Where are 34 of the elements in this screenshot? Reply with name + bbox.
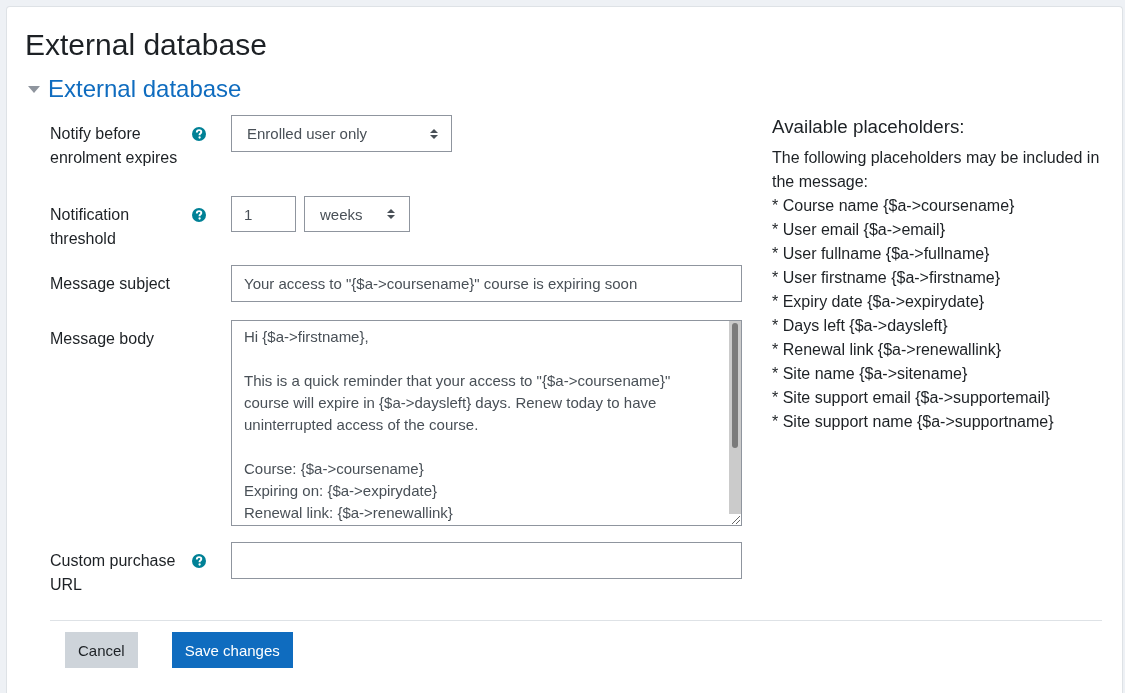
save-button[interactable]: Save changes (171, 632, 293, 668)
help-icon[interactable] (192, 208, 206, 222)
text-input-field[interactable] (231, 542, 742, 579)
up-down-arrows-icon (430, 127, 438, 140)
field-label: Message body (50, 329, 156, 349)
placeholder-list-item: * Renewal link {$a->renewallink} (772, 339, 1003, 360)
section-toggle[interactable]: External database (25, 74, 242, 103)
placeholder-list-item: * Site support name {$a->supportname} (772, 411, 1055, 432)
placeholders-intro-text: The following placeholders may be included in the message: (772, 147, 1101, 192)
field-label: Notify before enrolment expires (50, 124, 179, 168)
unit-select-field[interactable]: weeks (304, 196, 410, 232)
placeholder-list-item: * Site name {$a->sitename} (772, 363, 969, 384)
message-body-field[interactable]: Hi {$a->firstname}, This is a quick reminder that your access to "{$a->coursename}" course will expire in {$a->daysleft} days. Renew today to have uninterrupted access of the course. Course: {$a->coursename} Expiring on: {$a->expirydate} Renewal link: {$a->renewallink} (231, 320, 742, 526)
up-down-arrows-icon (387, 208, 395, 220)
field-label: Message subject (50, 274, 172, 294)
placeholders-heading: Available placeholders: (772, 116, 966, 139)
field-label: Notification threshold (50, 205, 131, 249)
select-field[interactable]: Enrolled user only (231, 115, 452, 152)
placeholder-list-item: * User firstname {$a->firstname} (772, 267, 1002, 288)
scrollbar[interactable] (729, 321, 741, 514)
help-icon[interactable] (192, 554, 206, 568)
placeholder-list-item: * Days left {$a->daysleft} (772, 315, 949, 336)
placeholder-list-item: * User email {$a->email} (772, 219, 946, 240)
number-input-field[interactable]: 1 (231, 196, 296, 232)
text-input-field[interactable]: Your access to "{$a->coursename}" course is expiring soon (231, 265, 742, 302)
placeholder-list-item: * Expiry date {$a->expirydate} (772, 291, 986, 312)
placeholder-list-item: * User fullname {$a->fullname} (772, 243, 991, 264)
help-icon[interactable] (192, 127, 206, 141)
placeholder-list-item: * Site support email {$a->supportemail} (772, 387, 1051, 408)
placeholder-list-item: * Course name {$a->coursename} (772, 195, 1016, 216)
resize-grip-icon[interactable] (731, 515, 740, 524)
field-label: Custom purchase URL (50, 551, 177, 595)
cancel-button[interactable]: Cancel (65, 632, 138, 668)
page-title: External database (25, 27, 267, 63)
